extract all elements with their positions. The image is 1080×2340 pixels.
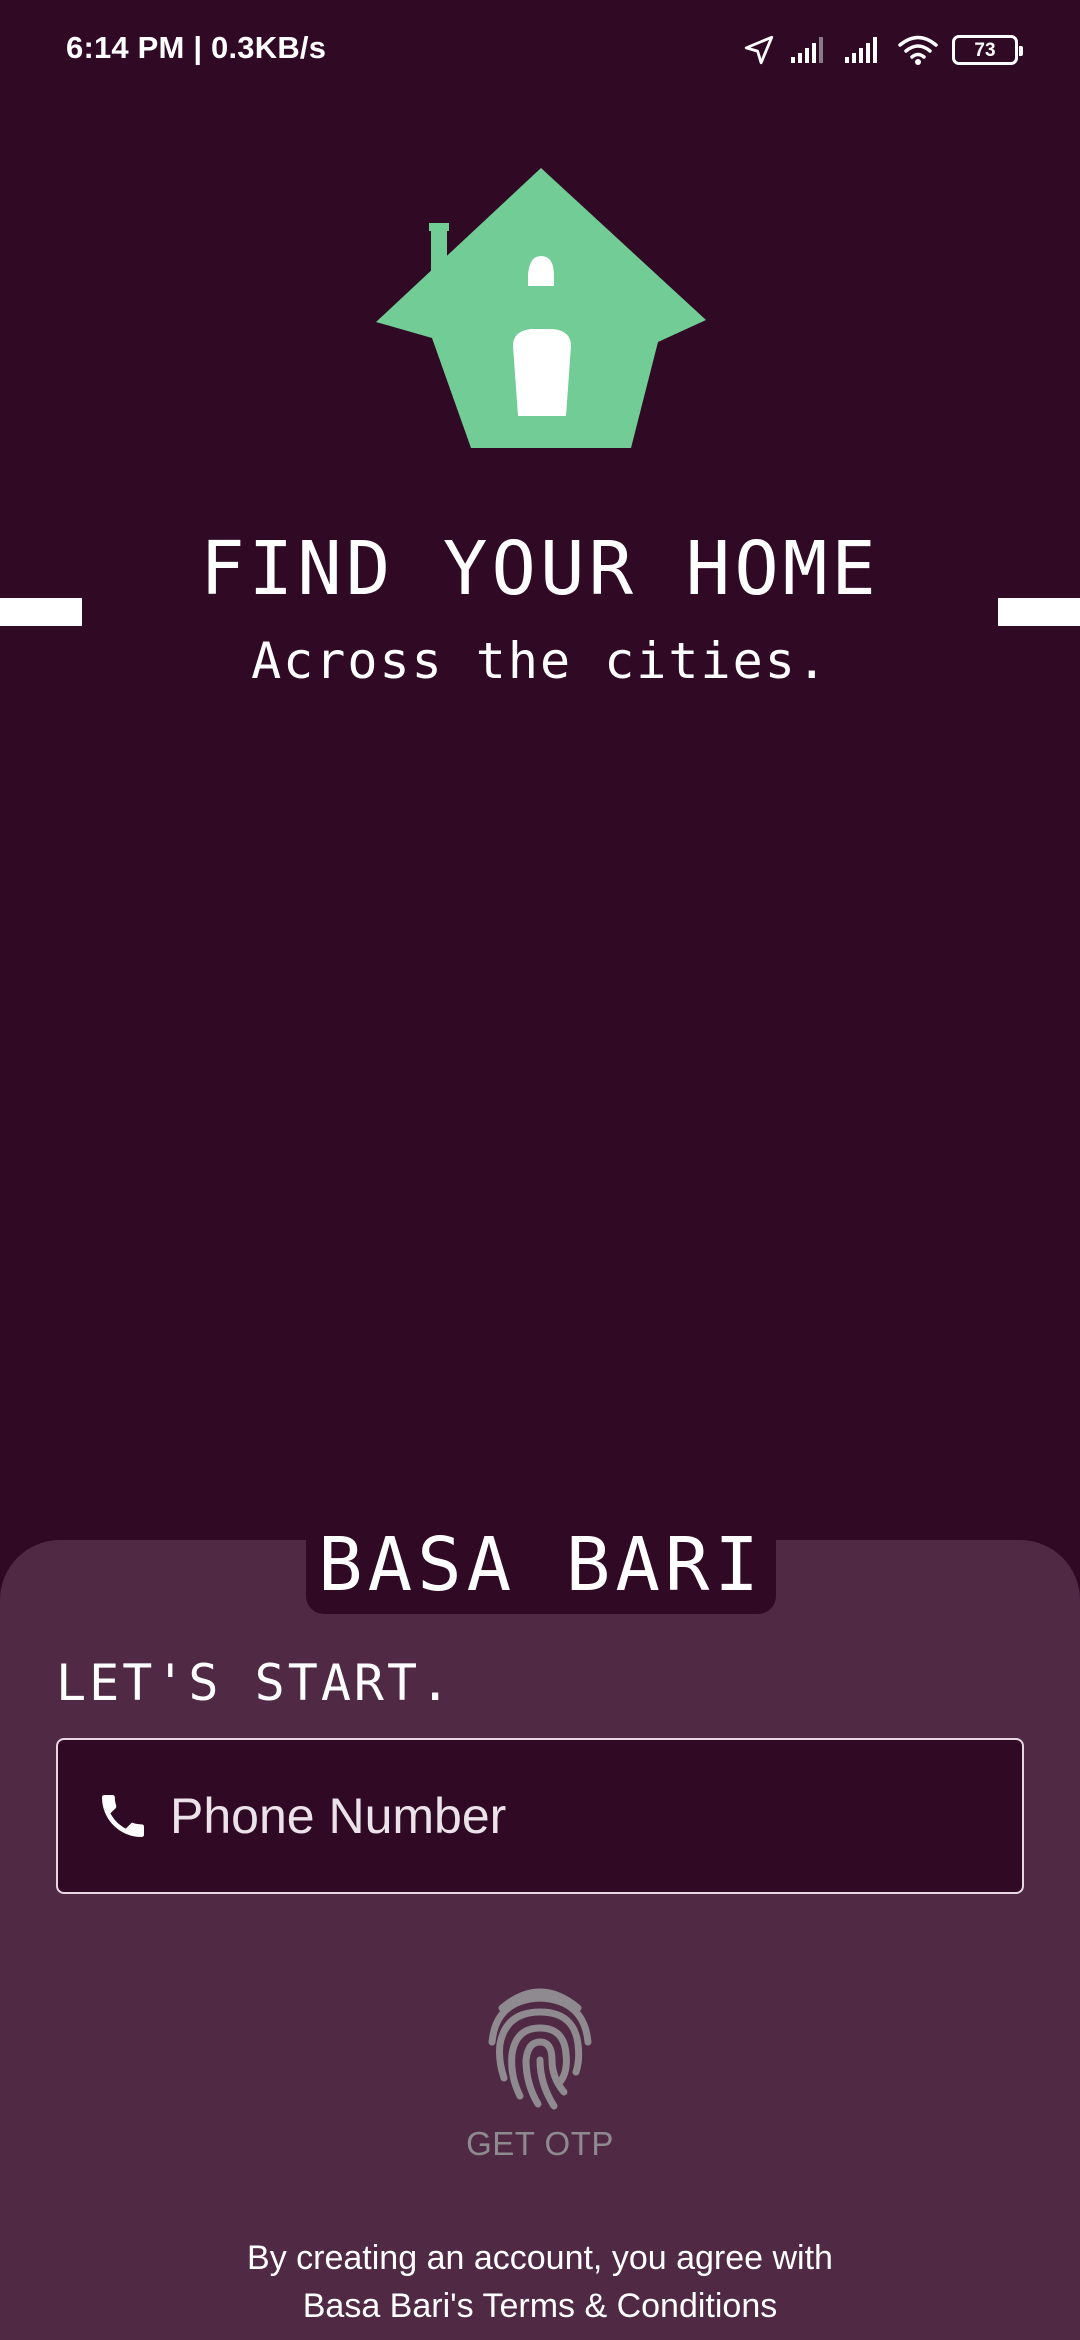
phone-number-field[interactable]	[56, 1738, 1024, 1894]
status-time-speed: 6:14 PM | 0.3KB/s	[66, 30, 327, 65]
terms-conditions-link[interactable]: Basa Bari's Terms & Conditions	[0, 2282, 1080, 2330]
status-icons: 73	[742, 28, 1023, 72]
phone-number-input[interactable]	[170, 1740, 1022, 1892]
phone-icon	[94, 1787, 152, 1845]
brand-tab: BASA BARI	[306, 1516, 776, 1614]
brand-name: BASA BARI	[318, 1522, 764, 1608]
terms-text[interactable]: By creating an account, you agree with B…	[0, 2234, 1080, 2330]
hero-subtitle: Across the cities.	[251, 632, 829, 690]
house-icon	[376, 166, 706, 448]
wifi-icon	[898, 34, 938, 66]
status-bar: 6:14 PM | 0.3KB/s 73	[0, 0, 1080, 100]
terms-line-1: By creating an account, you agree with	[247, 2239, 833, 2277]
hero-title: FIND YOUR HOME	[200, 526, 880, 612]
battery-level: 73	[974, 39, 996, 61]
section-heading: LET'S START.	[56, 1654, 454, 1712]
battery-icon: 73	[952, 35, 1023, 65]
get-otp-label: GET OTP	[466, 2125, 614, 2162]
signal-icon	[844, 35, 884, 65]
get-otp-button[interactable]: GET OTP	[440, 1980, 640, 2176]
fingerprint-icon	[480, 1980, 600, 2117]
location-arrow-icon	[742, 33, 776, 67]
signal-icon	[790, 35, 830, 65]
